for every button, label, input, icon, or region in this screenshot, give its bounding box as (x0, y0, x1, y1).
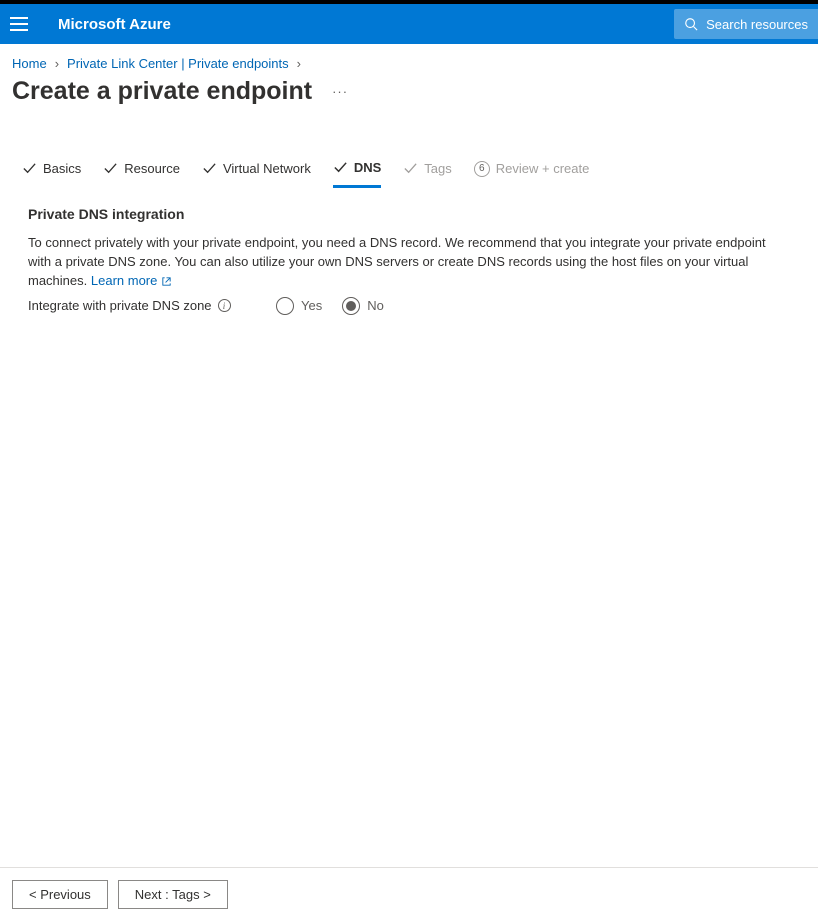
checkmark-icon (103, 161, 118, 176)
breadcrumb: Home › Private Link Center | Private end… (0, 44, 818, 77)
tab-label: Resource (124, 161, 180, 176)
tab-dns[interactable]: DNS (333, 160, 381, 188)
radio-yes[interactable]: Yes (276, 297, 322, 315)
search-input[interactable]: Search resources (674, 9, 818, 39)
chevron-right-icon: › (297, 56, 301, 71)
radio-group-dns: Yes No (276, 297, 384, 315)
step-number-icon: 6 (474, 161, 490, 177)
radio-outer (342, 297, 360, 315)
checkmark-icon (403, 161, 418, 176)
section-description: To connect privately with your private e… (28, 234, 768, 291)
page-title: Create a private endpoint (12, 77, 312, 106)
global-header: Microsoft Azure Search resources (0, 4, 818, 44)
header-right: Search resources (674, 9, 818, 39)
field-label: Integrate with private DNS zone i (28, 298, 276, 313)
info-icon[interactable]: i (218, 299, 231, 312)
tab-virtual-network[interactable]: Virtual Network (202, 160, 311, 187)
radio-outer (276, 297, 294, 315)
tab-content: Private DNS integration To connect priva… (0, 188, 818, 315)
tab-label: DNS (354, 160, 381, 175)
chevron-right-icon: › (55, 56, 59, 71)
page-title-row: Create a private endpoint ··· (0, 77, 818, 114)
tab-basics[interactable]: Basics (22, 160, 81, 187)
external-link-icon (161, 276, 172, 287)
tab-review-create[interactable]: 6 Review + create (474, 160, 590, 187)
field-label-text: Integrate with private DNS zone (28, 298, 212, 313)
checkmark-icon (333, 160, 348, 175)
tab-label: Virtual Network (223, 161, 311, 176)
brand-label[interactable]: Microsoft Azure (58, 16, 171, 33)
tab-label: Review + create (496, 161, 590, 176)
radio-no[interactable]: No (342, 297, 384, 315)
checkmark-icon (202, 161, 217, 176)
tab-resource[interactable]: Resource (103, 160, 180, 187)
previous-button[interactable]: < Previous (12, 880, 108, 909)
section-heading: Private DNS integration (28, 206, 790, 222)
checkmark-icon (22, 161, 37, 176)
breadcrumb-link[interactable]: Private Link Center | Private endpoints (67, 56, 289, 71)
wizard-tabs: Basics Resource Virtual Network DNS Tags… (0, 114, 818, 188)
breadcrumb-home[interactable]: Home (12, 56, 47, 71)
form-row-dns-integration: Integrate with private DNS zone i Yes No (28, 297, 790, 315)
radio-label: No (367, 298, 384, 313)
search-icon (684, 17, 698, 31)
next-button[interactable]: Next : Tags > (118, 880, 228, 909)
hamburger-menu-icon[interactable] (10, 17, 28, 31)
tab-label: Basics (43, 161, 81, 176)
search-placeholder: Search resources (706, 17, 808, 32)
more-actions-button[interactable]: ··· (332, 84, 348, 99)
learn-more-link[interactable]: Learn more (91, 272, 172, 291)
wizard-footer: < Previous Next : Tags > (0, 867, 818, 921)
learn-more-label: Learn more (91, 272, 157, 291)
tab-tags[interactable]: Tags (403, 160, 451, 187)
radio-label: Yes (301, 298, 322, 313)
tab-label: Tags (424, 161, 451, 176)
